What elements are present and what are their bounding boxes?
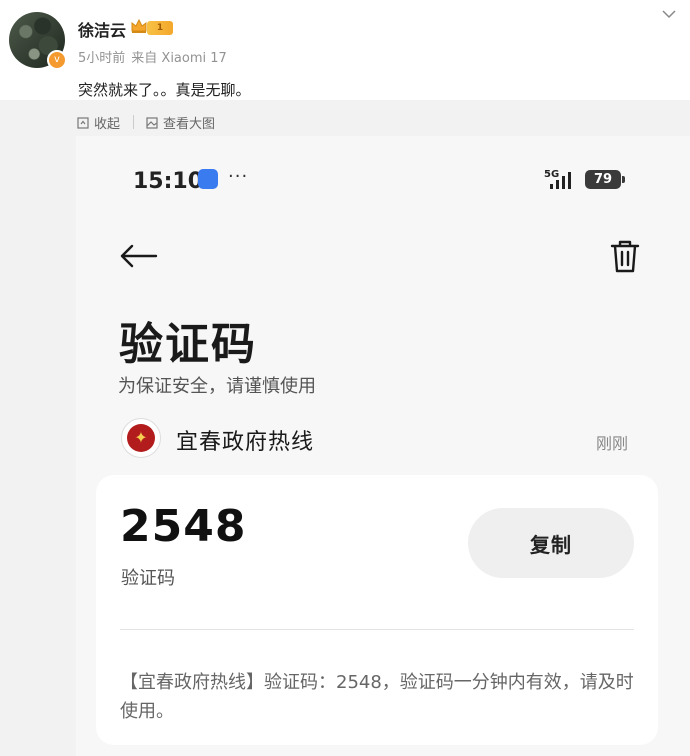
- sms-screenshot[interactable]: 15:10 ··· 5G 79 验证码 为保证安全，请谨慎使用 ✦ 宜春政府热线…: [76, 136, 690, 756]
- level-badge: 1: [147, 21, 173, 35]
- trash-icon[interactable]: [609, 238, 641, 274]
- verified-badge-icon: v: [47, 50, 67, 70]
- sender-logo: ✦: [121, 418, 161, 458]
- screen-subtitle: 为保证安全，请谨慎使用: [118, 376, 316, 397]
- message-body: 【宜春政府热线】验证码：2548，验证码一分钟内有效，请及时使用。: [120, 672, 634, 722]
- card-divider: [120, 629, 634, 630]
- sender-name: 宜春政府热线: [176, 430, 315, 455]
- screen-title: 验证码: [119, 319, 257, 370]
- post-text: 突然就来了。。真是无聊。: [78, 81, 251, 99]
- crown-icon: [131, 19, 147, 33]
- signal-icon: 5G: [544, 169, 571, 189]
- status-more: ···: [228, 166, 249, 187]
- view-large-button[interactable]: 查看大图: [145, 113, 215, 132]
- back-icon[interactable]: [120, 244, 158, 268]
- username[interactable]: 徐洁云: [78, 17, 126, 41]
- post-time: 5小时前: [78, 51, 126, 66]
- post-meta: 5小时前 来自 Xiaomi 17: [78, 47, 227, 66]
- collapse-label: 收起: [94, 117, 121, 132]
- collapse-icon: [77, 116, 89, 129]
- code-card: 2548 验证码 复制 【宜春政府热线】验证码：2548，验证码一分钟内有效，请…: [96, 475, 658, 745]
- post-source: 来自 Xiaomi 17: [131, 51, 227, 66]
- battery-cap: [622, 176, 625, 183]
- avatar[interactable]: v: [9, 12, 67, 70]
- message-app-icon: [198, 169, 218, 189]
- code-label: 验证码: [121, 568, 175, 589]
- sender-time: 刚刚: [596, 434, 629, 453]
- sender-emblem-icon: ✦: [127, 424, 155, 452]
- battery-icon: 79: [585, 170, 621, 189]
- network-type: 5G: [544, 169, 559, 180]
- status-time: 15:10: [133, 169, 204, 194]
- verification-code: 2548: [120, 501, 247, 552]
- copy-button[interactable]: 复制: [468, 508, 634, 578]
- view-large-label: 查看大图: [163, 117, 216, 132]
- chevron-down-icon[interactable]: [661, 8, 677, 20]
- action-divider: [133, 115, 134, 129]
- image-icon: [146, 116, 158, 129]
- collapse-button[interactable]: 收起: [76, 113, 120, 132]
